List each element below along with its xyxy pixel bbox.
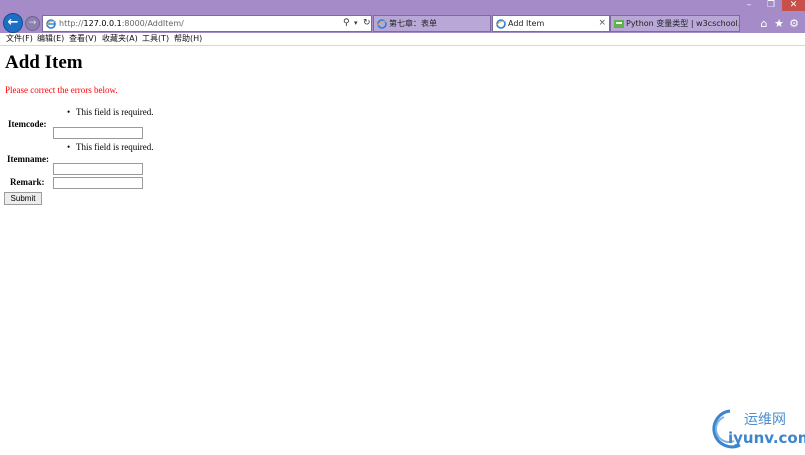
- menu-bar: 文件(F) 编辑(E) 查看(V) 收藏夹(A) 工具(T) 帮助(H): [0, 33, 805, 46]
- favorites-icon[interactable]: ★: [772, 15, 786, 32]
- itemname-label: Itemname:: [7, 154, 49, 164]
- remark-input[interactable]: [53, 177, 143, 189]
- close-tab-icon[interactable]: ×: [598, 16, 606, 31]
- ie-icon: [377, 19, 387, 29]
- close-window-button[interactable]: ✕: [782, 0, 805, 11]
- w3cschool-icon: [614, 20, 624, 28]
- maximize-button[interactable]: ❐: [760, 0, 782, 11]
- title-bar: – ❐ ✕: [0, 0, 805, 12]
- tab-label: Python 变量类型 | w3cschool...: [626, 19, 740, 28]
- page-title: Add Item: [5, 52, 83, 73]
- remark-label: Remark:: [10, 177, 45, 187]
- itemname-input[interactable]: [53, 163, 143, 175]
- watermark-brand: 运维网: [744, 412, 786, 428]
- url-host: 127.0.0.1: [83, 19, 122, 28]
- itemcode-label: Itemcode:: [8, 119, 47, 129]
- menu-favorites[interactable]: 收藏夹(A): [102, 33, 138, 45]
- bullet: •: [67, 142, 71, 152]
- submit-button[interactable]: Submit: [4, 192, 42, 205]
- navigation-row: ← → http://127.0.0.1:8000/AddItem/ ⚲ ▾ ↻…: [0, 13, 805, 34]
- refresh-icon[interactable]: ↻: [363, 16, 371, 31]
- tab-python-w3cschool[interactable]: Python 变量类型 | w3cschool...: [610, 15, 740, 32]
- back-button[interactable]: ←: [3, 13, 23, 33]
- ie-icon: [46, 19, 56, 29]
- tab-add-item[interactable]: Add Item ×: [492, 15, 610, 32]
- page-content: Add Item Please correct the errors below…: [0, 47, 805, 452]
- bullet: •: [67, 107, 71, 117]
- menu-help[interactable]: 帮助(H): [174, 33, 202, 45]
- new-tab-button[interactable]: [741, 15, 751, 32]
- minimize-button[interactable]: –: [738, 0, 760, 11]
- menu-view[interactable]: 查看(V): [69, 33, 97, 45]
- url-path: :8000/AddItem/: [121, 19, 184, 28]
- home-icon[interactable]: ⌂: [757, 15, 771, 32]
- url-prefix: http://: [59, 19, 84, 28]
- gear-icon[interactable]: ⚙: [787, 15, 801, 32]
- menu-tools[interactable]: 工具(T): [142, 33, 169, 45]
- watermark: 运维网 iyunv.com: [700, 405, 805, 453]
- browser-chrome: – ❐ ✕ ← → http://127.0.0.1:8000/AddItem/…: [0, 0, 805, 46]
- address-url[interactable]: http://127.0.0.1:8000/AddItem/: [59, 16, 184, 31]
- watermark-url: iyunv.com: [728, 429, 805, 447]
- ie-icon: [496, 19, 506, 29]
- error-note: Please correct the errors below.: [5, 85, 118, 95]
- chevron-down-icon[interactable]: ▾: [354, 16, 358, 31]
- tab-chapter-seven[interactable]: 第七章：表单: [373, 15, 491, 32]
- itemcode-input[interactable]: [53, 127, 143, 139]
- address-bar[interactable]: http://127.0.0.1:8000/AddItem/ ⚲ ▾ ↻: [42, 15, 372, 32]
- forward-button[interactable]: →: [25, 16, 40, 31]
- tab-label: 第七章：表单: [389, 19, 437, 28]
- menu-file[interactable]: 文件(F): [6, 33, 33, 45]
- search-icon[interactable]: ⚲: [343, 16, 350, 31]
- error-text: This field is required.: [76, 107, 154, 117]
- menu-edit[interactable]: 编辑(E): [37, 33, 64, 45]
- tab-label: Add Item: [508, 19, 545, 28]
- error-text: This field is required.: [76, 142, 154, 152]
